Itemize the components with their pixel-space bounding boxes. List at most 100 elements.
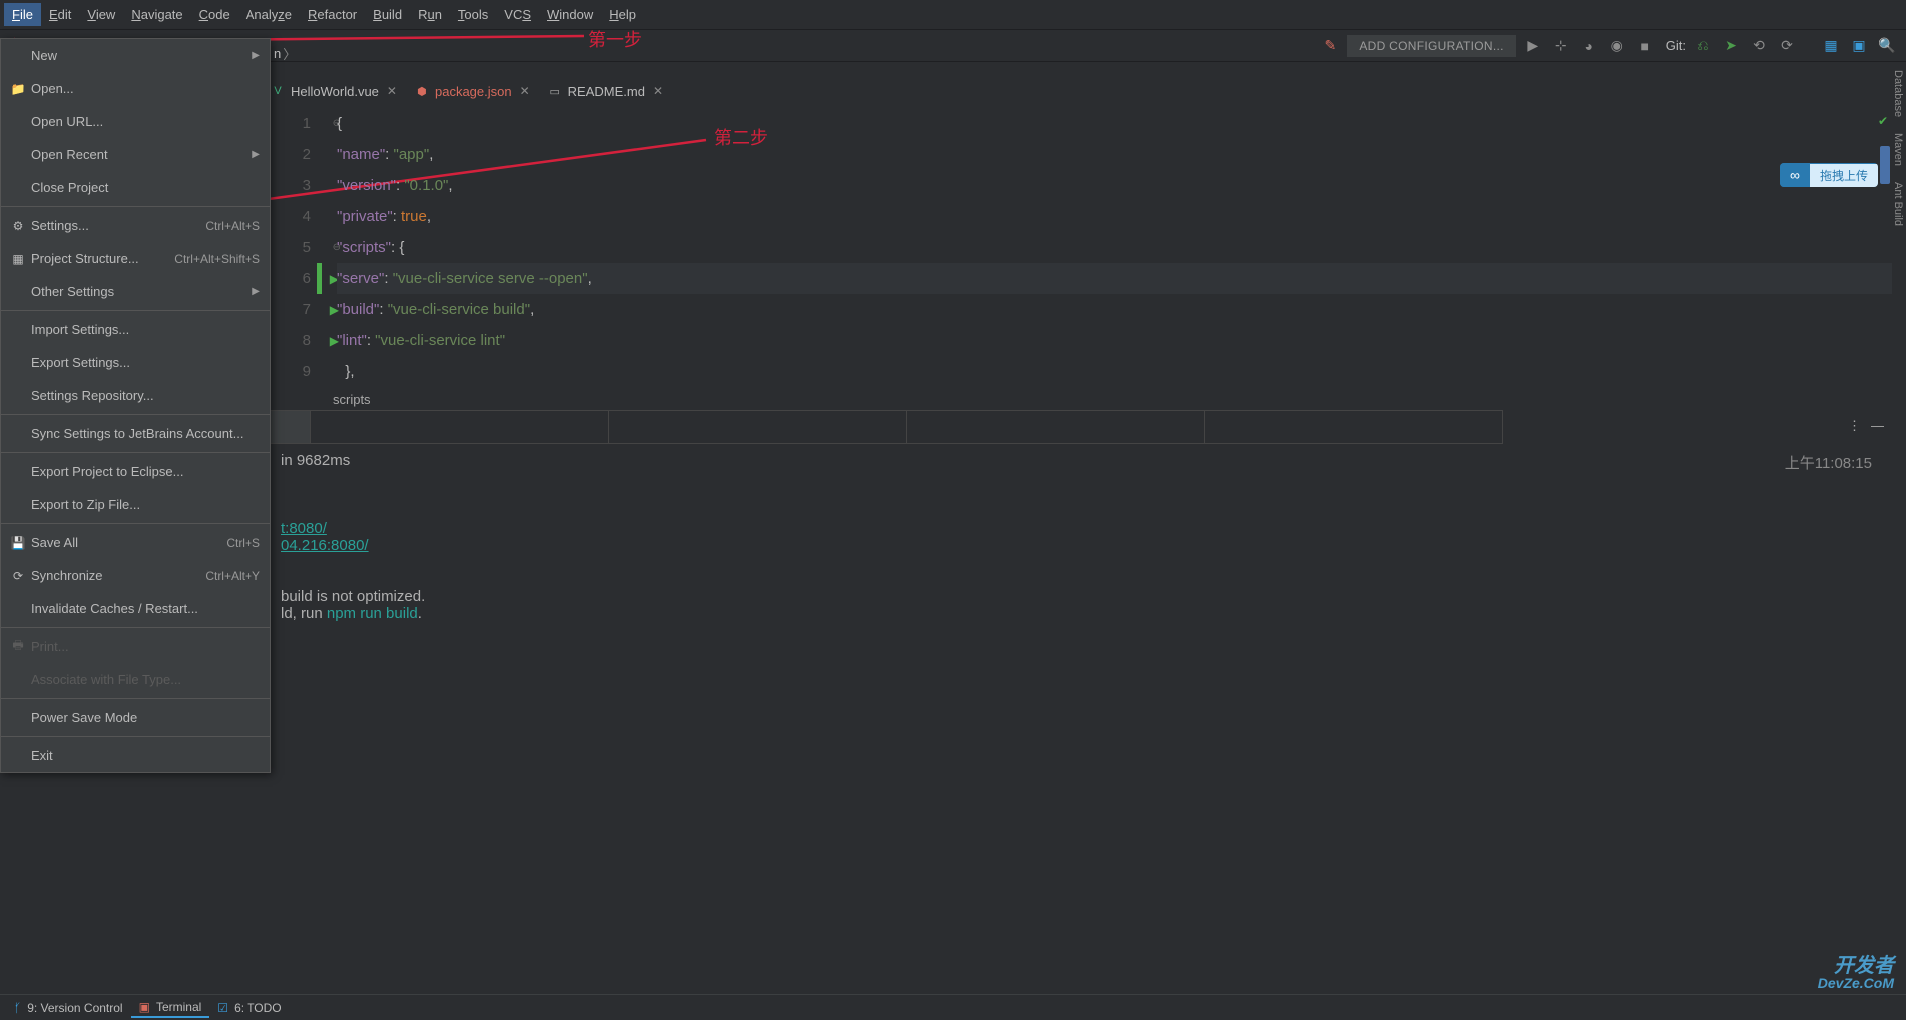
pencil-icon[interactable]: ✎: [1319, 35, 1341, 57]
tool-tab[interactable]: [311, 410, 609, 444]
menu-item-sync-settings-to-jetbrains-account-[interactable]: Sync Settings to JetBrains Account...: [1, 417, 270, 450]
more-icon[interactable]: ⋮: [1848, 418, 1861, 434]
menu-item-open-url-[interactable]: Open URL...: [1, 105, 270, 138]
side-ant[interactable]: Ant Build: [1892, 174, 1904, 234]
debug-icon[interactable]: ⊹: [1550, 35, 1572, 57]
menu-label: Settings...: [25, 218, 205, 233]
code-line[interactable]: "serve": "vue-cli-service serve --open",: [337, 263, 1892, 294]
menu-item-new[interactable]: New▶: [1, 39, 270, 72]
terminal-url[interactable]: 04.216:8080/: [281, 537, 369, 554]
terminal-cmd: npm run build: [327, 605, 418, 622]
run-icon[interactable]: ▶: [1522, 35, 1544, 57]
menu-item-project-structure-[interactable]: ▦Project Structure...Ctrl+Alt+Shift+S: [1, 242, 270, 275]
git-revert-icon[interactable]: ⟳: [1776, 35, 1798, 57]
tab-helloworld[interactable]: V HelloWorld.vue ✕: [271, 84, 397, 99]
menu-item-invalidate-caches-restart-[interactable]: Invalidate Caches / Restart...: [1, 592, 270, 625]
tool-tab[interactable]: [609, 410, 907, 444]
code-line[interactable]: "private": true,: [337, 201, 431, 232]
menu-label: Export Project to Eclipse...: [25, 464, 260, 479]
code-line[interactable]: "build": "vue-cli-service build",: [337, 294, 534, 325]
menu-label: Invalidate Caches / Restart...: [25, 601, 260, 616]
code-line[interactable]: "lint": "vue-cli-service lint": [337, 325, 505, 356]
git-history-icon[interactable]: ⟲: [1748, 35, 1770, 57]
menu-item-open-[interactable]: 📁Open...: [1, 72, 270, 105]
git-branch-icon[interactable]: ⎌: [1692, 35, 1714, 57]
scrollbar-thumb[interactable]: [1880, 146, 1890, 184]
menu-item-export-settings-[interactable]: Export Settings...: [1, 346, 270, 379]
menu-item-export-to-zip-file-[interactable]: Export to Zip File...: [1, 488, 270, 521]
code-line[interactable]: "scripts": {: [337, 232, 404, 263]
menu-code[interactable]: Code: [191, 3, 238, 26]
tool-tab[interactable]: [1205, 410, 1503, 444]
code-line[interactable]: "name": "app",: [337, 139, 433, 170]
sb-todo[interactable]: ☑ 6: TODO: [209, 999, 289, 1017]
sb-terminal[interactable]: ▣ Terminal: [131, 998, 210, 1018]
menu-vcs[interactable]: VCS: [496, 3, 539, 26]
menu-item-exit[interactable]: Exit: [1, 739, 270, 772]
menu-tools[interactable]: Tools: [450, 3, 496, 26]
menu-view[interactable]: View: [79, 3, 123, 26]
tool-tab[interactable]: [907, 410, 1205, 444]
close-icon[interactable]: ✕: [653, 84, 663, 98]
menu-navigate[interactable]: Navigate: [123, 3, 190, 26]
menu-help[interactable]: Help: [601, 3, 644, 26]
code-editor[interactable]: 1⊖2345⊖6▶7▶8▶9 { "name": "app", "version…: [271, 108, 1892, 388]
menu-analyze[interactable]: Analyze: [238, 3, 300, 26]
menu-item-export-project-to-eclipse-[interactable]: Export Project to Eclipse...: [1, 455, 270, 488]
close-icon[interactable]: ✕: [387, 84, 397, 98]
side-maven[interactable]: Maven: [1892, 125, 1904, 174]
layout2-icon[interactable]: ▣: [1848, 35, 1870, 57]
close-icon[interactable]: ✕: [520, 84, 530, 98]
coverage-icon[interactable]: ◕: [1578, 35, 1600, 57]
gutter: 1⊖2345⊖6▶7▶8▶9: [271, 108, 317, 387]
search-icon[interactable]: 🔍: [1876, 35, 1898, 57]
stop-icon[interactable]: ■: [1634, 35, 1656, 57]
layout-icon[interactable]: ▦: [1820, 35, 1842, 57]
code-breadcrumb[interactable]: scripts: [271, 388, 371, 410]
terminal-url[interactable]: t:8080/: [281, 520, 327, 537]
scrollbar[interactable]: ✔: [1880, 110, 1890, 385]
blank-icon: [11, 323, 25, 337]
menu-item-other-settings[interactable]: Other Settings▶: [1, 275, 270, 308]
menu-item-open-recent[interactable]: Open Recent▶: [1, 138, 270, 171]
tab-readme[interactable]: ▭ README.md ✕: [548, 84, 663, 99]
menu-build[interactable]: Build: [365, 3, 410, 26]
menu-item-settings-[interactable]: ⚙Settings...Ctrl+Alt+S: [1, 209, 270, 242]
sb-version-control[interactable]: ᚶ 9: Version Control: [6, 999, 131, 1017]
minimize-icon[interactable]: —: [1871, 418, 1884, 434]
git-push-icon[interactable]: ➤: [1720, 35, 1742, 57]
menu-refactor[interactable]: Refactor: [300, 3, 365, 26]
terminal-line: build is not optimized.: [281, 588, 425, 605]
code-line[interactable]: "version": "0.1.0",: [337, 170, 453, 201]
add-configuration-button[interactable]: ADD CONFIGURATION...: [1347, 35, 1515, 57]
side-database[interactable]: Database: [1892, 62, 1904, 125]
menu-label: Print...: [25, 639, 260, 654]
menu-item-power-save-mode[interactable]: Power Save Mode: [1, 701, 270, 734]
menu-edit[interactable]: Edit: [41, 3, 79, 26]
blank-icon: [11, 498, 25, 512]
tool-tab[interactable]: [271, 410, 311, 444]
profile-icon[interactable]: ◉: [1606, 35, 1628, 57]
terminal[interactable]: in 9682ms 上午11:08:15 t:8080/ 04.216:8080…: [271, 446, 1892, 990]
menu-item-settings-repository-[interactable]: Settings Repository...: [1, 379, 270, 412]
tab-packagejson[interactable]: ⬢ package.json ✕: [415, 84, 530, 99]
menu-item-synchronize[interactable]: ⟳SynchronizeCtrl+Alt+Y: [1, 559, 270, 592]
blank-icon: [11, 49, 25, 63]
terminal-icon: ▣: [139, 1000, 150, 1014]
menu-label: Open...: [25, 81, 260, 96]
blank-icon: [11, 749, 25, 763]
upload-badge[interactable]: ∞ 拖拽上传: [1780, 163, 1878, 187]
blank-icon: [11, 181, 25, 195]
menu-item-close-project[interactable]: Close Project: [1, 171, 270, 204]
menu-label: New: [25, 48, 252, 63]
menu-item-save-all[interactable]: 💾Save AllCtrl+S: [1, 526, 270, 559]
menu-file[interactable]: FFileile: [4, 3, 41, 26]
menu-item-import-settings-[interactable]: Import Settings...: [1, 313, 270, 346]
menu-window[interactable]: Window: [539, 3, 601, 26]
code-line[interactable]: {: [337, 108, 342, 139]
menu-label: Open URL...: [25, 114, 260, 129]
menu-run[interactable]: Run: [410, 3, 450, 26]
code-line[interactable]: },: [337, 356, 355, 387]
blank-icon: [11, 465, 25, 479]
shortcut: Ctrl+Alt+Y: [205, 569, 260, 583]
